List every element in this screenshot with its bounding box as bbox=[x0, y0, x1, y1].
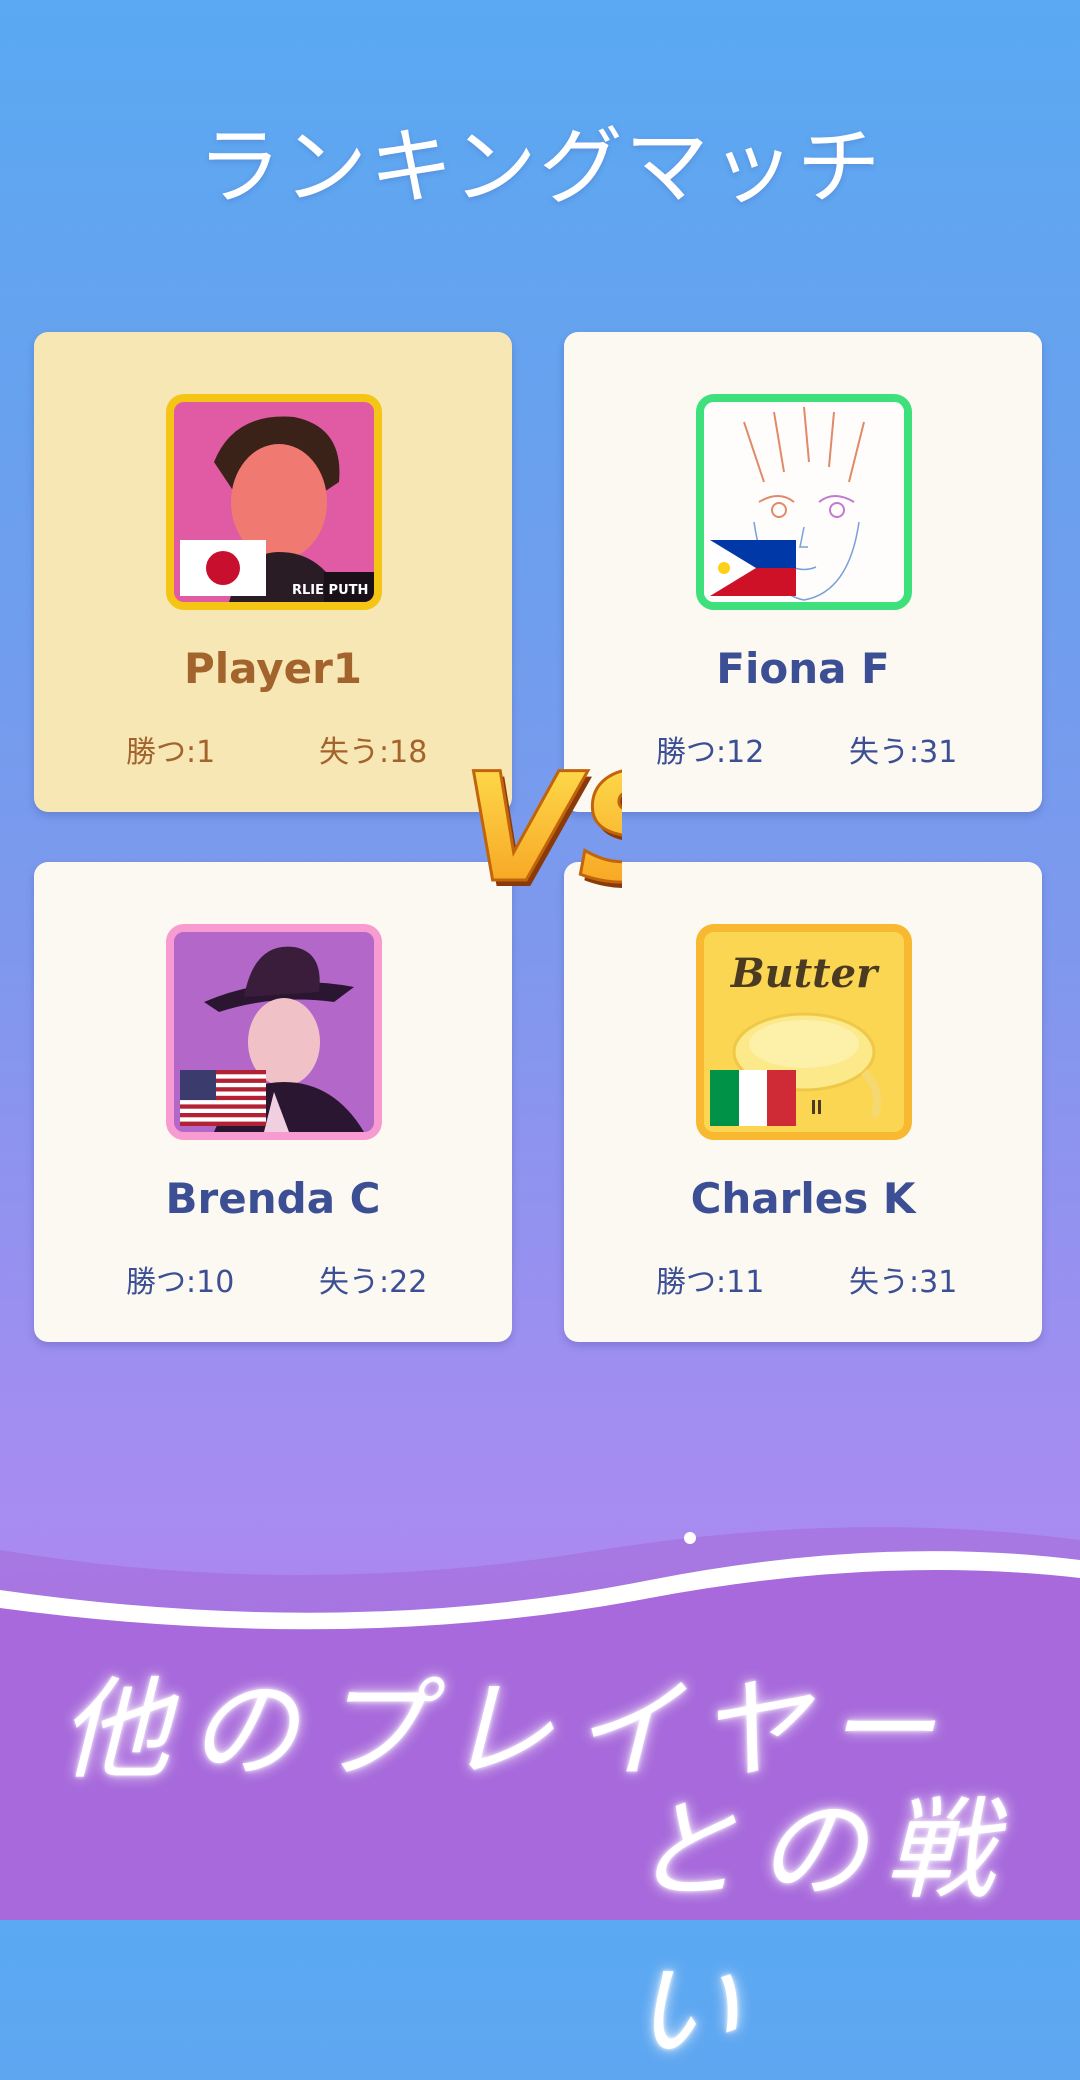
vs-emblem: VS VS bbox=[462, 750, 622, 920]
player-name: Brenda C bbox=[165, 1174, 381, 1223]
losses-count: 失う:31 bbox=[849, 735, 958, 770]
album-text: Butter bbox=[730, 950, 880, 997]
wins-count: 勝つ:1 bbox=[126, 735, 216, 770]
usa-flag-icon bbox=[180, 1070, 266, 1126]
player-card-player1[interactable]: RLIE PUTH Player1 勝つ:1 失う:18 bbox=[34, 332, 512, 812]
player-name: Player1 bbox=[183, 644, 363, 693]
losses-count: 失う:18 bbox=[319, 735, 428, 770]
wins-count: 勝つ:10 bbox=[126, 1265, 235, 1300]
album-text: RLIE PUTH bbox=[292, 583, 368, 598]
philippines-flag-icon bbox=[710, 540, 796, 596]
wins-count: 勝つ:11 bbox=[656, 1265, 765, 1300]
player-card-brenda[interactable]: Brenda C 勝つ:10 失う:22 bbox=[34, 862, 512, 1342]
japan-flag-icon bbox=[180, 540, 266, 596]
player-name: Charles K bbox=[690, 1174, 916, 1223]
player-name: Fiona F bbox=[716, 644, 890, 693]
avatar: Butter bbox=[696, 924, 912, 1140]
italy-flag-icon bbox=[710, 1070, 796, 1126]
player-card-charles[interactable]: Butter Charles K 勝つ:11 失う:31 bbox=[564, 862, 1042, 1342]
avatar: RLIE PUTH bbox=[166, 394, 382, 610]
tagline-line2: との戦い bbox=[630, 1786, 1013, 2074]
page-title: ランキングマッチ bbox=[197, 118, 883, 216]
svg-text:VS: VS bbox=[462, 750, 622, 916]
avatar bbox=[696, 394, 912, 610]
player-card-fiona[interactable]: Fiona F 勝つ:12 失う:31 bbox=[564, 332, 1042, 812]
avatar bbox=[166, 924, 382, 1140]
losses-count: 失う:22 bbox=[319, 1265, 428, 1300]
wins-count: 勝つ:12 bbox=[656, 735, 765, 770]
losses-count: 失う:31 bbox=[849, 1265, 958, 1300]
